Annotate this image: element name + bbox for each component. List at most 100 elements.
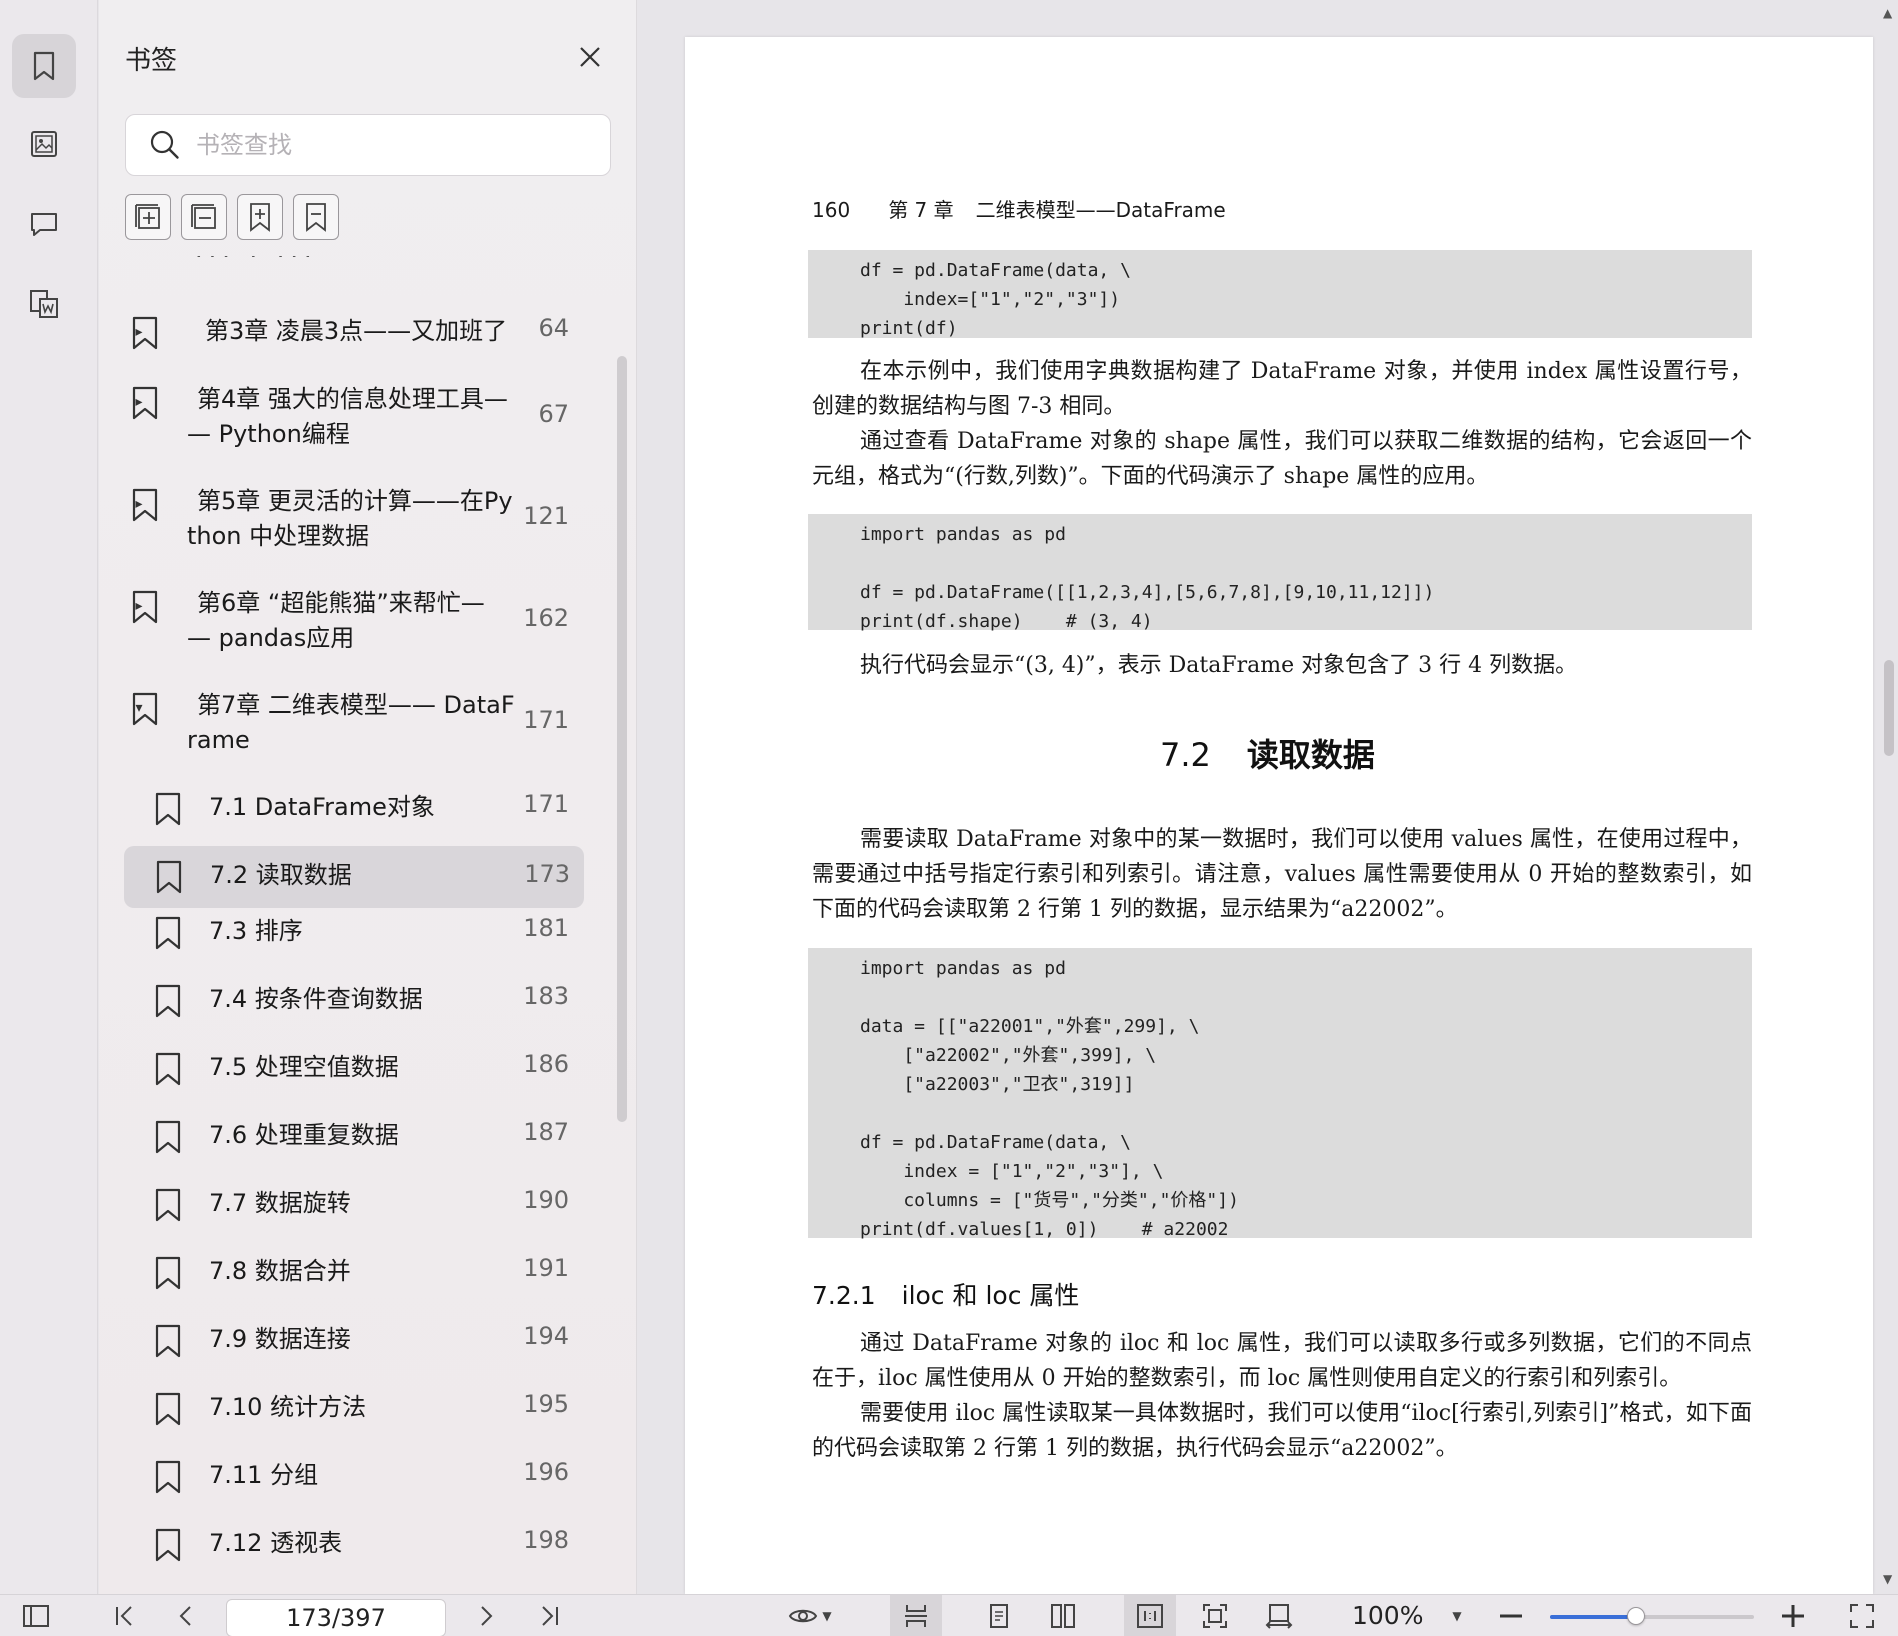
chevron-down-icon: ▼ <box>822 1609 832 1623</box>
zoom-dropdown-button[interactable]: ▼ <box>1442 1595 1472 1636</box>
paragraph: 通过 DataFrame 对象的 iloc 和 loc 属性，我们可以读取多行或… <box>812 1331 1752 1391</box>
bookmark-item[interactable]: 7.7 数据旋转 190 <box>123 1178 583 1242</box>
add-bookmark-button[interactable] <box>237 194 283 240</box>
zoom-level[interactable]: 100% <box>1352 1601 1423 1630</box>
image-icon <box>31 131 57 157</box>
expand-all-button[interactable] <box>125 194 171 240</box>
bookmark-search[interactable] <box>125 114 611 176</box>
toggle-sidebar-button[interactable] <box>16 1595 56 1636</box>
bookmark-item[interactable]: ▾ 第7章 二维表模型—— DataF rame 171 <box>123 682 583 754</box>
bookmark-label: 7.12 透视表 <box>209 1529 343 1557</box>
paragraph: 需要读取 DataFrame 对象中的某一数据时，我们可以使用 values 属… <box>812 827 1752 922</box>
subsection-heading: 7.2.1 iloc 和 loc 属性 <box>812 1276 1079 1312</box>
bookmark-label: 7.6 处理重复数据 <box>209 1121 399 1149</box>
page-number-input[interactable]: 173/397 <box>226 1599 446 1636</box>
scroll-down-arrow-icon[interactable]: ▼ <box>1883 1572 1892 1586</box>
chevron-left-icon <box>179 1606 191 1626</box>
single-page-button[interactable] <box>976 1595 1022 1636</box>
close-panel-button[interactable] <box>575 42 605 72</box>
bookmark-item[interactable]: 7.5 处理空值数据 186 <box>123 1042 583 1106</box>
clipped-bookmark-text: ··· · ··· <box>195 256 318 270</box>
document-scrollbar-thumb[interactable] <box>1884 660 1894 756</box>
bookmark-toolbar <box>125 194 339 240</box>
subsection-number: 7.2.1 <box>812 1281 876 1310</box>
panel-scrollbar[interactable] <box>617 356 627 1122</box>
first-page-icon <box>116 1606 132 1626</box>
fit-width-button[interactable] <box>1256 1595 1302 1636</box>
section-heading: 7.2 读取数据 <box>1160 730 1375 776</box>
section-number: 7.2 <box>1160 736 1211 774</box>
running-head-chapter: 第 7 章 <box>888 198 954 222</box>
running-head: 160 第 7 章二维表模型——DataFrame <box>812 194 1226 223</box>
bookmark-item[interactable]: 7.10 统计方法 195 <box>123 1382 583 1446</box>
bookmark-page-number: 181 <box>523 914 569 942</box>
scroll-up-arrow-icon[interactable]: ▲ <box>1883 6 1892 20</box>
bookmark-page-number: 194 <box>523 1322 569 1350</box>
bookmark-label: 7.3 排序 <box>209 917 303 945</box>
fullscreen-button[interactable] <box>1842 1595 1882 1636</box>
bookmark-item[interactable]: ▸ 第3章 凌晨3点——又加班了 64 <box>123 308 583 352</box>
expand-all-icon <box>135 204 160 229</box>
view-mode-dropdown[interactable]: ▼ <box>778 1595 842 1636</box>
collapse-all-button[interactable] <box>181 194 227 240</box>
bookmark-item[interactable]: 7.11 分组 196 <box>123 1450 583 1514</box>
actual-size-button[interactable] <box>1124 1595 1176 1636</box>
bookmark-item[interactable]: 7.9 数据连接 194 <box>123 1314 583 1378</box>
add-bookmark-icon <box>250 203 270 232</box>
previous-page-button[interactable] <box>166 1595 206 1636</box>
bookmark-item[interactable]: ▸ 第6章 “超能熊猫”来帮忙— — pandas应用 162 <box>123 580 583 652</box>
rail-word-export-button[interactable] <box>12 272 76 336</box>
bookmark-item[interactable]: ▸ 第5章 更灵活的计算——在Py thon 中处理数据 121 <box>123 478 583 550</box>
zoom-out-button[interactable] <box>1494 1595 1528 1636</box>
bookmark-page-number: 64 <box>538 314 569 342</box>
bookmark-item[interactable]: ▸ 第4章 强大的信息处理工具— — Python编程 67 <box>123 376 583 448</box>
bookmark-icon <box>132 590 158 624</box>
single-page-icon <box>990 1604 1008 1628</box>
bookmark-icon <box>155 1392 181 1426</box>
bookmark-item[interactable]: 7.6 处理重复数据 187 <box>123 1110 583 1174</box>
remove-bookmark-button[interactable] <box>293 194 339 240</box>
first-page-button[interactable] <box>104 1595 144 1636</box>
bookmark-icon <box>132 488 158 522</box>
last-page-button[interactable] <box>530 1595 570 1636</box>
bookmark-page-number: 67 <box>538 400 569 428</box>
fit-page-button[interactable] <box>1192 1595 1238 1636</box>
bookmark-label: 7.2 读取数据 <box>210 861 352 889</box>
left-rail <box>0 0 98 1594</box>
bookmark-item[interactable]: 7.1 DataFrame对象 171 <box>123 782 583 826</box>
zoom-slider-knob[interactable] <box>1626 1607 1645 1625</box>
bookmark-label: 7.7 数据旋转 <box>209 1189 351 1217</box>
rail-comments-button[interactable] <box>12 192 76 256</box>
fit-width-icon <box>1265 1604 1293 1629</box>
bookmark-item-selected[interactable]: 7.2 读取数据 173 <box>124 846 584 908</box>
two-page-button[interactable] <box>1040 1595 1086 1636</box>
close-icon <box>580 47 600 67</box>
bookmark-item[interactable]: 7.3 排序 181 <box>123 906 583 970</box>
bookmark-icon <box>132 316 158 350</box>
bookmark-page-number: 195 <box>523 1390 569 1418</box>
bookmark-icon <box>132 692 158 726</box>
bookmark-label: 第6章 “超能熊猫”来帮忙— — pandas应用 <box>187 589 485 652</box>
document-scrollbar[interactable]: ▲ ▼ <box>1880 0 1898 1594</box>
bookmark-icon <box>155 1324 181 1358</box>
next-page-button[interactable] <box>466 1595 506 1636</box>
bookmark-search-input[interactable] <box>196 131 576 159</box>
remove-bookmark-icon <box>306 203 326 232</box>
bookmark-item[interactable]: 7.8 数据合并 191 <box>123 1246 583 1310</box>
bookmark-page-number: 190 <box>523 1186 569 1214</box>
bookmark-item[interactable]: 7.12 透视表 198 <box>123 1518 583 1582</box>
bookmark-icon <box>155 1528 181 1562</box>
rail-thumbnails-button[interactable] <box>12 112 76 176</box>
chevron-right-icon <box>481 1606 493 1626</box>
zoom-slider[interactable] <box>1550 1607 1754 1625</box>
bookmark-item[interactable]: 7.4 按条件查询数据 183 <box>123 974 583 1038</box>
bookmark-icon <box>132 386 158 420</box>
last-page-icon <box>542 1606 558 1626</box>
bookmark-label: 7.11 分组 <box>209 1461 319 1489</box>
word-export-icon <box>30 290 58 318</box>
continuous-scroll-button[interactable] <box>890 1595 942 1636</box>
rail-bookmark-button[interactable] <box>12 34 76 98</box>
zoom-in-button[interactable] <box>1776 1595 1810 1636</box>
paragraph: 在本示例中，我们使用字典数据构建了 DataFrame 对象，并使用 index… <box>812 359 1752 419</box>
search-icon <box>150 130 179 159</box>
